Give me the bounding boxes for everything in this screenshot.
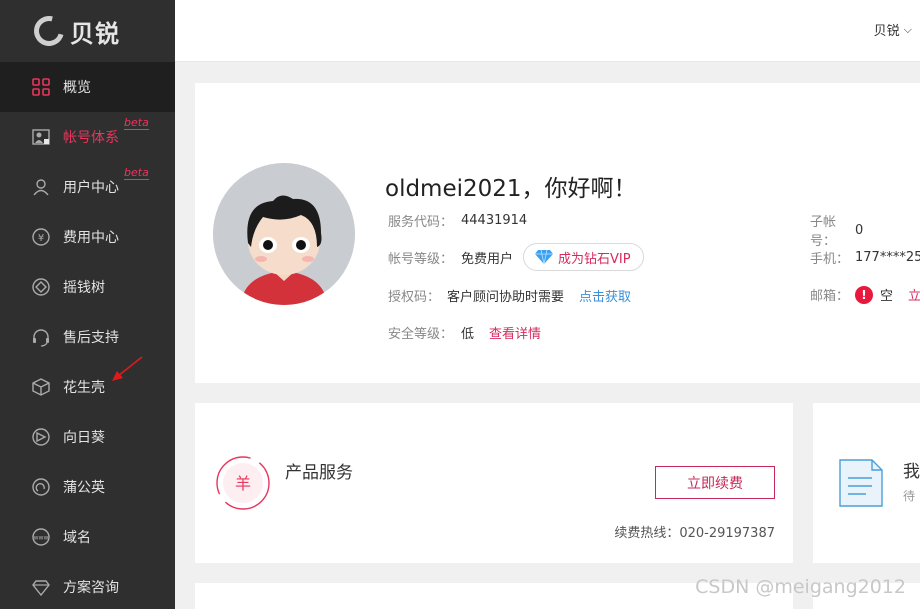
account-level-label: 帐号等级： — [388, 251, 454, 267]
headset-icon — [30, 326, 52, 348]
account-level-row: 帐号等级： 免费用户 成为钻石VIP — [388, 243, 644, 271]
sidebar-item-label: 售后支持 — [63, 330, 119, 346]
auth-code-value: 客户顾问协助时需要 — [447, 290, 565, 305]
sub-account-label: 子帐号： — [810, 215, 837, 249]
sidebar-item-solutions[interactable]: 方案咨询 — [0, 562, 175, 609]
svg-text:www: www — [34, 535, 49, 542]
sub-account-value: 0 — [855, 222, 864, 238]
security-level-row: 安全等级： 低 查看详情 — [388, 323, 541, 342]
phone-label: 手机： — [810, 252, 850, 267]
annotation-arrow-icon — [112, 356, 143, 381]
auth-code-row: 授权码： 客户顾问协助时需要 点击获取 — [388, 286, 631, 305]
phone-row: 手机： 177****250 — [810, 248, 920, 267]
sidebar-item-overview[interactable]: 概览 — [0, 62, 175, 112]
greeting-title: oldmei2021，你好啊！ — [385, 176, 637, 202]
become-vip-label: 成为钻石VIP — [558, 251, 631, 267]
yen-cycle-icon: 羊 — [216, 456, 270, 510]
sidebar-item-label: 概览 — [63, 80, 91, 96]
sidebar-item-account-system[interactable]: 帐号体系 beta — [0, 112, 175, 162]
profile-card: oldmei2021，你好啊！ 服务代码： 44431914 帐号等级： 免费用… — [195, 83, 920, 383]
account-level-value: 免费用户 — [461, 251, 514, 267]
brand-name: 贝锐 — [70, 19, 120, 48]
sidebar-item-support[interactable]: 售后支持 — [0, 312, 175, 362]
svg-text:羊: 羊 — [235, 474, 251, 493]
user-menu-label: 贝锐 — [873, 24, 900, 39]
diamond-icon — [535, 249, 554, 265]
sidebar-item-label: 帐号体系 — [63, 130, 119, 146]
email-action-link[interactable]: 立 — [908, 285, 920, 304]
renew-now-button[interactable]: 立即续费 — [655, 466, 775, 499]
sidebar-item-label: 用户中心 — [63, 180, 119, 196]
www-icon: www — [30, 526, 52, 548]
sub-account-row: 子帐号： 0 — [810, 211, 863, 249]
grid-icon — [30, 76, 52, 98]
become-vip-button[interactable]: 成为钻石VIP — [523, 243, 644, 271]
auth-code-label: 授权码： — [388, 290, 441, 305]
email-label: 邮箱： — [810, 289, 850, 304]
dandelion-icon — [30, 476, 52, 498]
service-code-value: 44431914 — [461, 213, 528, 228]
sidebar-item-user-center[interactable]: 用户中心 beta — [0, 162, 175, 212]
gem-icon — [30, 576, 52, 598]
sidebar: 贝锐 概览 帐号体系 beta 用户中心 beta ¥ 费用中心 摇钱树 售后支… — [0, 0, 175, 609]
security-level-label: 安全等级： — [388, 327, 454, 342]
view-security-details-link[interactable]: 查看详情 — [489, 323, 541, 342]
email-value: 空 — [880, 289, 894, 304]
sidebar-item-money-tree[interactable]: 摇钱树 — [0, 262, 175, 312]
service-code-row: 服务代码： 44431914 — [388, 211, 527, 230]
account-system-icon — [30, 126, 52, 148]
document-icon — [839, 459, 883, 507]
watermark: CSDN @meigang2012 — [695, 576, 906, 598]
product-service-title: 产品服务 — [285, 463, 353, 483]
avatar[interactable] — [213, 163, 355, 305]
sidebar-item-label: 费用中心 — [63, 230, 119, 246]
service-code-label: 服务代码： — [388, 215, 454, 230]
sidebar-item-oray-peanut[interactable]: 花生壳 — [0, 362, 175, 412]
diamond-outline-icon — [30, 276, 52, 298]
sidebar-item-dandelion[interactable]: 蒲公英 — [0, 462, 175, 512]
beta-badge: beta — [124, 166, 149, 180]
user-icon — [30, 176, 52, 198]
get-auth-code-link[interactable]: 点击获取 — [579, 286, 631, 305]
security-level-value: 低 — [461, 327, 475, 342]
sidebar-item-label: 蒲公英 — [63, 480, 105, 496]
sidebar-item-label: 花生壳 — [63, 380, 105, 396]
chevron-down-icon: ⌵ — [903, 22, 912, 36]
logo[interactable]: 贝锐 — [0, 0, 175, 62]
sidebar-item-label: 摇钱树 — [63, 280, 105, 296]
cube-icon — [30, 376, 52, 398]
side-card-title: 我 — [903, 462, 920, 482]
sidebar-item-label: 方案咨询 — [63, 580, 119, 596]
warning-icon: ! — [855, 285, 873, 304]
product-service-card: 羊 产品服务 立即续费 续费热线：020-29197387 — [195, 403, 793, 563]
top-header: 贝锐 ⌵ — [175, 0, 920, 62]
sidebar-item-billing[interactable]: ¥ 费用中心 — [0, 212, 175, 262]
sidebar-item-label: 向日葵 — [63, 430, 105, 446]
beta-badge: beta — [124, 116, 149, 130]
sidebar-item-domain[interactable]: www 域名 — [0, 512, 175, 562]
sidebar-item-sunflower[interactable]: 向日葵 — [0, 412, 175, 462]
logo-ring-icon — [28, 10, 70, 52]
yen-icon: ¥ — [30, 226, 52, 248]
side-card-subtitle: 待 — [903, 489, 916, 503]
user-menu[interactable]: 贝锐 ⌵ — [873, 20, 912, 40]
svg-text:¥: ¥ — [38, 233, 44, 244]
renewal-hotline: 续费热线：020-29197387 — [614, 526, 775, 541]
phone-value: 177****250 — [855, 250, 920, 265]
sunflower-icon — [30, 426, 52, 448]
email-row: 邮箱： ! 空 立 — [810, 285, 920, 304]
sidebar-item-label: 域名 — [63, 530, 91, 546]
side-card: 我 待 — [813, 403, 920, 563]
